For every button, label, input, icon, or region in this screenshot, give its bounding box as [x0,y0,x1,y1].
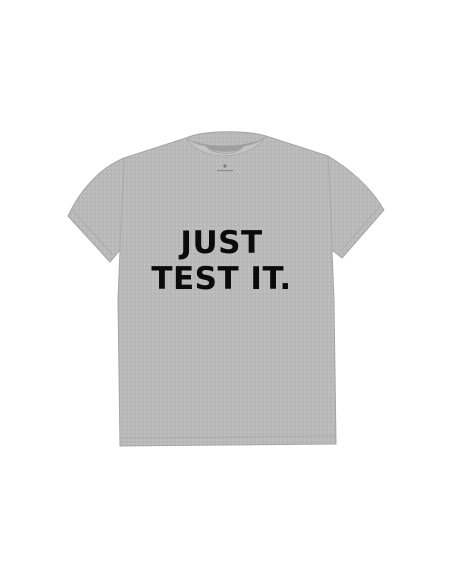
label-mark [223,164,227,168]
product-image: JUST TEST IT. [0,0,451,580]
label-mark-line [217,170,233,172]
print-line-1: JUST [180,225,263,261]
print-line-2: TEST IT. [151,261,292,297]
